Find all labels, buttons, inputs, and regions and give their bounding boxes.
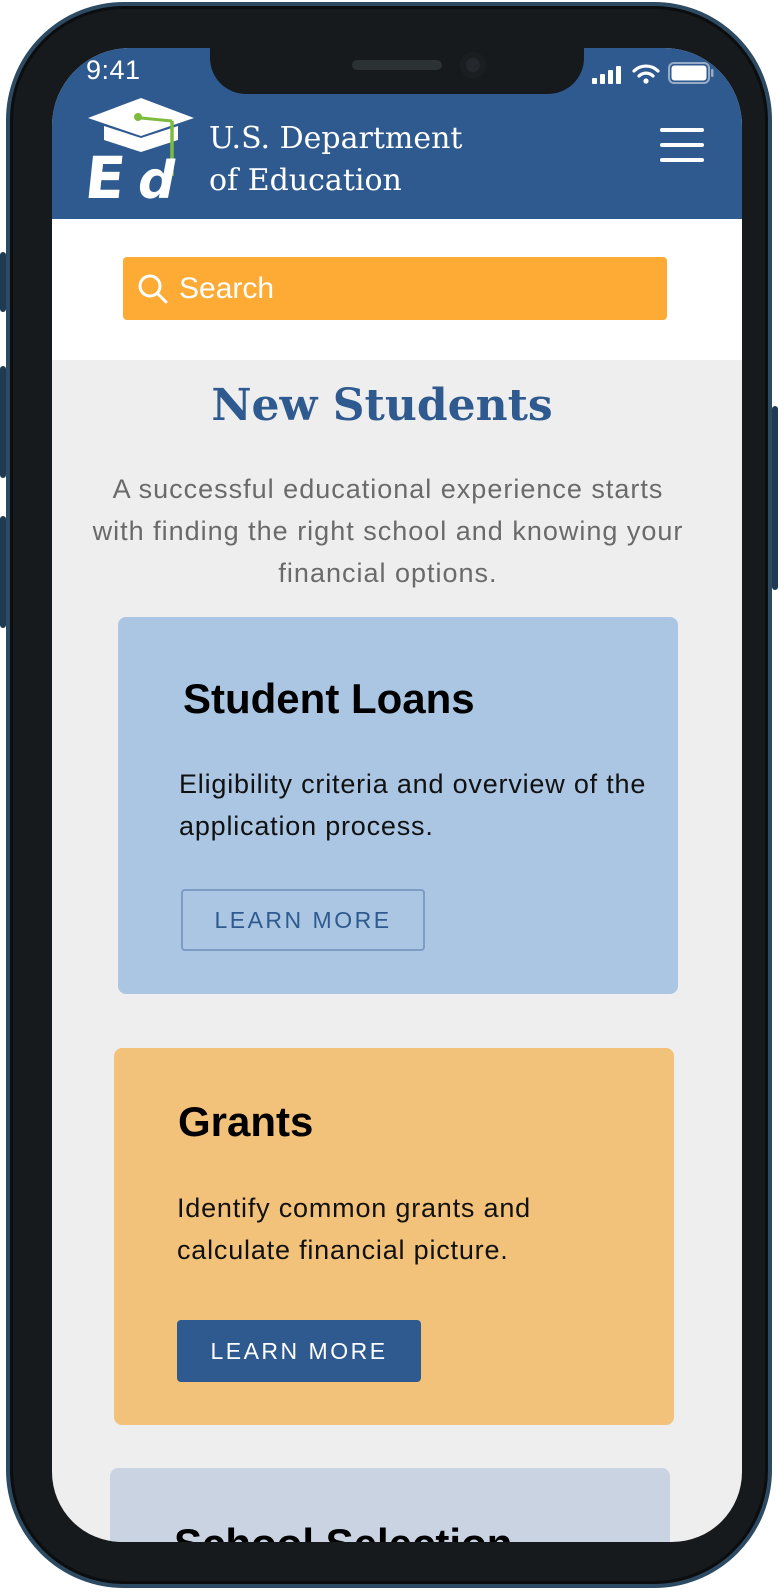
card-description: Eligibility criteria and overview of the…	[179, 769, 647, 841]
phone-action-button	[0, 252, 6, 312]
cellular-signal-icon	[592, 66, 621, 84]
phone-notch	[210, 48, 584, 94]
svg-text:E: E	[86, 144, 129, 206]
education-department-logo: E d	[86, 98, 194, 206]
grants-learn-more-button[interactable]: LEARN MORE	[177, 1320, 421, 1382]
student-loans-learn-more-button[interactable]: LEARN MORE	[181, 889, 425, 951]
menu-bar	[660, 128, 704, 132]
battery-icon	[668, 62, 714, 84]
phone-power-button	[772, 406, 778, 590]
search-icon	[138, 274, 168, 303]
svg-text:d: d	[138, 151, 176, 206]
student-loans-card: Student Loans Eligibility criteria and o…	[118, 617, 678, 994]
card-title: School Selection	[174, 1520, 512, 1542]
grants-card: Grants Identify common grants and calcul…	[114, 1048, 674, 1425]
status-icons	[592, 62, 714, 84]
phone-speaker	[352, 60, 442, 70]
phone-screen: 9:41 E d U.S. Department of Education Se…	[52, 48, 742, 1542]
menu-bar	[660, 143, 704, 147]
search-band: Search	[52, 219, 742, 360]
wifi-icon	[632, 64, 660, 84]
brand-line-2: of Education	[209, 163, 402, 198]
brand-line-1: U.S. Department	[209, 121, 463, 156]
card-title: Student Loans	[183, 675, 475, 722]
hamburger-menu-icon[interactable]	[660, 128, 704, 162]
search-placeholder: Search	[179, 271, 275, 305]
phone-camera	[460, 52, 486, 78]
phone-frame: 9:41 E d U.S. Department of Education Se…	[0, 2, 778, 1588]
page-description: A successful educational experience star…	[92, 474, 684, 588]
search-input[interactable]: Search	[123, 257, 667, 320]
page-title: New Students	[211, 380, 553, 431]
card-description: Identify common grants and calculate fin…	[177, 1193, 531, 1265]
card-title: Grants	[178, 1098, 314, 1145]
brand-name[interactable]: U.S. Department of Education	[209, 118, 463, 202]
menu-bar	[660, 158, 704, 162]
school-selection-card: School Selection	[110, 1468, 670, 1542]
phone-volume-down-button	[0, 516, 6, 628]
phone-volume-up-button	[0, 366, 6, 478]
status-time: 9:41	[86, 55, 141, 85]
